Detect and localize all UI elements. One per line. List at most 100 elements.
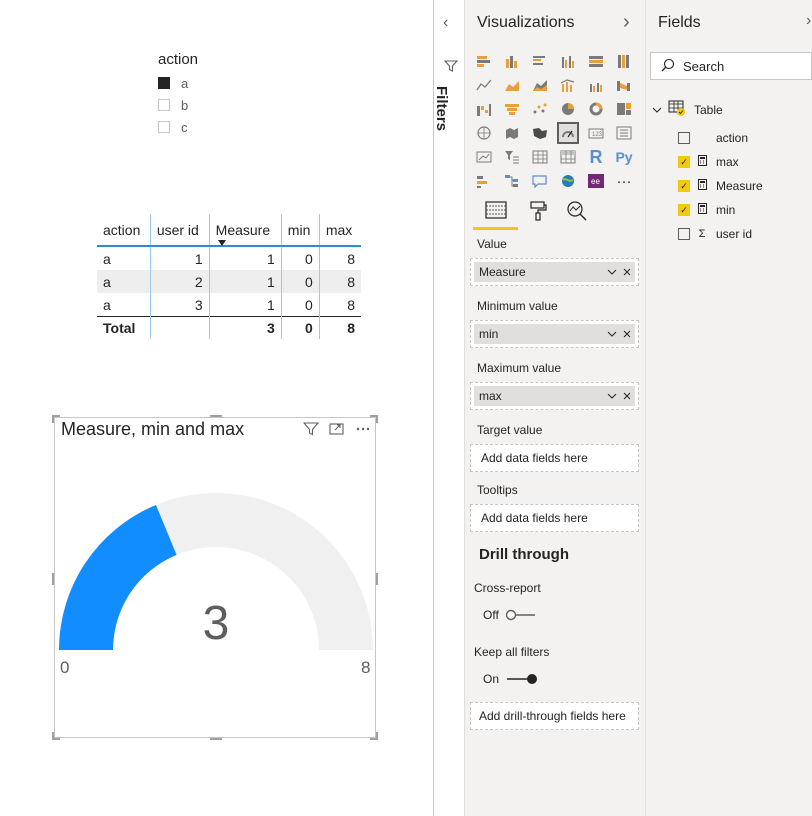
format-paint-roller-icon[interactable] xyxy=(527,200,549,227)
target-well[interactable]: Add data fields here xyxy=(470,444,639,472)
chevron-down-icon[interactable] xyxy=(607,389,617,403)
stacked-column-chart-icon[interactable] xyxy=(501,50,523,72)
search-input[interactable]: Search xyxy=(650,52,812,80)
scatter-chart-icon[interactable] xyxy=(529,98,551,120)
card-icon[interactable]: 123 xyxy=(585,122,607,144)
slicer-icon[interactable] xyxy=(501,146,523,168)
pie-chart-icon[interactable] xyxy=(557,98,579,120)
chevron-right-icon[interactable]: › xyxy=(623,11,630,34)
funnel-chart-icon[interactable] xyxy=(501,98,523,120)
stacked-bar-chart-icon[interactable] xyxy=(473,50,495,72)
map-icon[interactable] xyxy=(473,122,495,144)
table-visual[interactable]: action user id Measure min max a 1 1 0 8… xyxy=(97,214,361,339)
100-stacked-bar-chart-icon[interactable] xyxy=(585,50,607,72)
r-visual-icon[interactable]: R xyxy=(585,146,607,168)
well-placeholder: Add drill-through fields here xyxy=(479,709,626,723)
drill-through-well[interactable]: Add drill-through fields here xyxy=(470,702,639,730)
resize-handle[interactable] xyxy=(210,415,222,417)
gauge-chart-icon[interactable] xyxy=(557,122,579,144)
value-field-pill[interactable]: Measure xyxy=(474,262,635,282)
close-icon[interactable] xyxy=(623,327,631,341)
chevron-down-icon[interactable] xyxy=(607,327,617,341)
line-chart-icon[interactable] xyxy=(473,74,495,96)
power-apps-icon[interactable]: ee xyxy=(585,170,607,192)
chevron-right-icon[interactable]: › xyxy=(806,12,811,30)
matrix-icon[interactable] xyxy=(557,146,579,168)
stacked-area-chart-icon[interactable] xyxy=(529,74,551,96)
qa-visual-icon[interactable] xyxy=(529,170,551,192)
shape-map-icon[interactable] xyxy=(529,122,551,144)
field-item-measure[interactable]: ✓ Measure xyxy=(678,176,763,196)
line-and-column-chart-icon[interactable] xyxy=(557,74,579,96)
min-field-pill[interactable]: min xyxy=(474,324,635,344)
filters-label[interactable]: Filters xyxy=(433,86,450,131)
more-visuals-icon[interactable]: ··· xyxy=(613,170,635,192)
chevron-down-icon[interactable] xyxy=(607,265,617,279)
100-stacked-column-chart-icon[interactable] xyxy=(613,50,635,72)
keep-filters-toggle[interactable]: On xyxy=(483,672,539,686)
tooltips-well[interactable]: Add data fields here xyxy=(470,504,639,532)
svg-text:123: 123 xyxy=(592,132,603,138)
close-icon[interactable] xyxy=(623,265,631,279)
col-header-measure[interactable]: Measure xyxy=(208,214,282,247)
slicer-item-b[interactable]: b xyxy=(158,95,188,115)
col-header-label: Measure xyxy=(215,221,271,238)
table-row[interactable]: a 3 1 0 8 xyxy=(97,293,361,317)
fields-tab[interactable] xyxy=(483,200,509,227)
clustered-bar-chart-icon[interactable] xyxy=(529,50,551,72)
field-item-action[interactable]: action xyxy=(678,128,748,148)
resize-handle[interactable] xyxy=(52,573,54,585)
slicer-item-c[interactable]: c xyxy=(158,117,188,137)
analytics-magnifier-icon[interactable] xyxy=(565,200,589,227)
resize-handle[interactable] xyxy=(52,732,54,740)
field-checkbox[interactable]: ✓ xyxy=(678,180,690,192)
key-influencers-icon[interactable] xyxy=(473,170,495,192)
chevron-down-icon[interactable] xyxy=(652,103,662,117)
chevron-left-icon[interactable]: ‹ xyxy=(443,14,448,32)
value-well[interactable]: Measure xyxy=(470,258,639,286)
col-header-max[interactable]: max xyxy=(318,214,361,247)
kpi-icon[interactable] xyxy=(473,146,495,168)
max-field-pill[interactable]: max xyxy=(474,386,635,406)
field-checkbox[interactable] xyxy=(678,228,690,240)
slicer-checkbox[interactable] xyxy=(158,121,170,133)
cross-report-toggle[interactable]: Off xyxy=(483,608,537,622)
multi-row-card-icon[interactable] xyxy=(613,122,635,144)
table-row[interactable]: a 2 1 0 8 xyxy=(97,270,361,293)
field-checkbox[interactable]: ✓ xyxy=(678,156,690,168)
line-and-clustered-column-icon[interactable] xyxy=(585,74,607,96)
field-item-user-id[interactable]: Σ user id xyxy=(678,224,752,244)
field-item-max[interactable]: ✓ max xyxy=(678,152,739,172)
clustered-column-chart-icon[interactable] xyxy=(557,50,579,72)
slicer-item-a[interactable]: a xyxy=(158,73,188,93)
field-checkbox[interactable] xyxy=(678,132,690,144)
donut-chart-icon[interactable] xyxy=(585,98,607,120)
slicer-checkbox[interactable] xyxy=(158,77,170,89)
gauge-visual[interactable]: Measure, min and max 3 0 8 xyxy=(52,415,378,740)
col-header-min[interactable]: min xyxy=(280,214,320,247)
col-header-user-id[interactable]: user id xyxy=(149,214,210,247)
slicer-checkbox[interactable] xyxy=(158,99,170,111)
table-icon[interactable] xyxy=(529,146,551,168)
table-row[interactable]: a 1 1 0 8 xyxy=(97,246,361,270)
ribbon-chart-icon[interactable] xyxy=(613,74,635,96)
filled-map-icon[interactable] xyxy=(501,122,523,144)
max-well[interactable]: max xyxy=(470,382,639,410)
decomposition-tree-icon[interactable] xyxy=(501,170,523,192)
filters-pane-collapsed[interactable]: ‹ Filters xyxy=(433,0,465,816)
table-cell: 8 xyxy=(318,293,361,317)
waterfall-chart-icon[interactable] xyxy=(473,98,495,120)
toggle-off-icon[interactable] xyxy=(505,609,537,621)
treemap-icon[interactable] xyxy=(613,98,635,120)
field-item-min[interactable]: ✓ min xyxy=(678,200,735,220)
close-icon[interactable] xyxy=(623,389,631,403)
toggle-on-icon[interactable] xyxy=(505,673,539,685)
col-header-action[interactable]: action xyxy=(97,214,151,247)
python-visual-icon[interactable]: Py xyxy=(613,146,635,168)
resize-handle[interactable] xyxy=(52,415,54,423)
field-checkbox[interactable]: ✓ xyxy=(678,204,690,216)
min-well[interactable]: min xyxy=(470,320,639,348)
area-chart-icon[interactable] xyxy=(501,74,523,96)
arcgis-map-icon[interactable] xyxy=(557,170,579,192)
table-node[interactable]: Table xyxy=(652,100,723,119)
